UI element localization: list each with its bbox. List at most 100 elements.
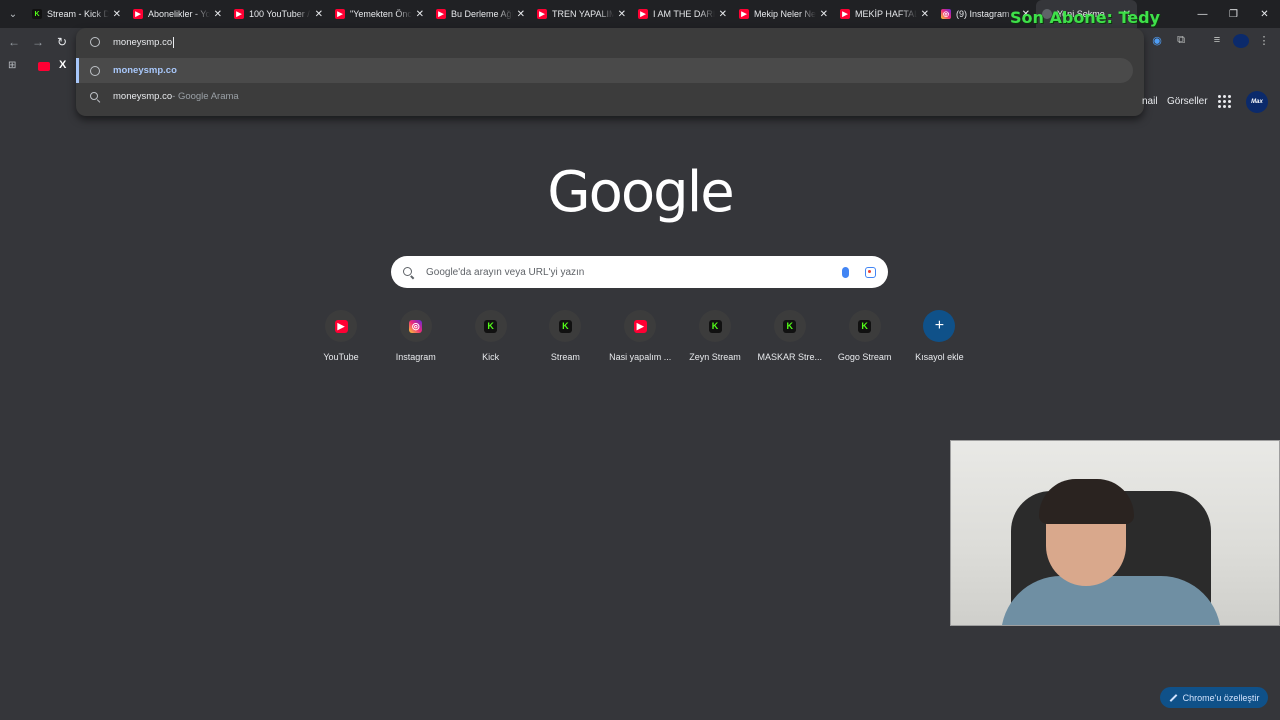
suggestion-suffix: - Google Arama bbox=[172, 91, 239, 102]
shortcut-label: Nasi yapalım ... bbox=[609, 352, 672, 362]
close-icon[interactable]: ✕ bbox=[820, 9, 828, 20]
tab[interactable]: ▶ TREN YAPALIM ✕ bbox=[531, 0, 632, 28]
shortcut-label: YouTube bbox=[323, 352, 359, 362]
tab[interactable]: ▶ "Yemekten Önc ✕ bbox=[329, 0, 430, 28]
shortcut-tile[interactable]: ▶ YouTube bbox=[304, 310, 378, 362]
tab-title: Stream - Kick D bbox=[47, 9, 109, 19]
youtube-icon: ▶ bbox=[234, 9, 244, 19]
images-link[interactable]: Görseller bbox=[1167, 96, 1208, 107]
close-icon[interactable]: ✕ bbox=[921, 9, 929, 20]
shortcut-icon-wrap: ◎ bbox=[399, 310, 432, 342]
close-icon[interactable]: ✕ bbox=[214, 9, 222, 20]
suggestion-text: moneysmp.co bbox=[113, 65, 177, 76]
close-icon[interactable]: ✕ bbox=[113, 9, 121, 20]
shortcut-label: Gogo Stream bbox=[837, 352, 892, 362]
shortcut-icon-wrap: K bbox=[474, 310, 507, 342]
apps-grid-icon[interactable]: ⊞ bbox=[8, 60, 16, 71]
tab-search-icon[interactable]: ⌄ bbox=[0, 0, 26, 28]
shortcut-tile[interactable]: ▶ Nasi yapalım ... bbox=[603, 310, 677, 362]
instagram-icon: ◎ bbox=[941, 9, 951, 19]
close-icon[interactable]: ✕ bbox=[517, 9, 525, 20]
reload-icon[interactable]: ↻ bbox=[54, 34, 70, 50]
shortcut-tile[interactable]: K Gogo Stream bbox=[828, 310, 902, 362]
suggestion-url[interactable]: moneysmp.co bbox=[76, 58, 1133, 83]
shortcut-tile[interactable]: K Zeyn Stream bbox=[678, 310, 752, 362]
tab[interactable]: ▶ Bu Derleme Ağl ✕ bbox=[430, 0, 531, 28]
shortcut-tile[interactable]: + Kısayol ekle bbox=[902, 310, 976, 362]
shortcut-icon-wrap: K bbox=[773, 310, 806, 342]
kick-icon: K bbox=[558, 319, 572, 333]
globe-icon bbox=[90, 37, 100, 47]
gmail-link[interactable]: nail bbox=[1142, 96, 1158, 107]
shortcut-label: Kick bbox=[482, 352, 500, 362]
tab-title: Mekip Neler Ne bbox=[754, 9, 816, 19]
customize-chrome-button[interactable]: Chrome'u özelleştir bbox=[1160, 687, 1268, 708]
microphone-icon[interactable] bbox=[842, 266, 849, 278]
tab-title: Bu Derleme Ağl bbox=[451, 9, 513, 19]
kick-icon: K bbox=[32, 9, 42, 19]
youtube-icon: ▶ bbox=[739, 9, 749, 19]
x-bookmark-icon[interactable]: X bbox=[59, 59, 66, 71]
shortcut-tile[interactable]: K MASKAR Stre... bbox=[753, 310, 827, 362]
customize-label: Chrome'u özelleştir bbox=[1182, 692, 1260, 703]
youtube-icon: ▶ bbox=[633, 319, 647, 333]
close-window-icon[interactable]: ✕ bbox=[1249, 0, 1280, 28]
minimize-icon[interactable]: — bbox=[1187, 0, 1218, 28]
shortcut-tile[interactable]: K Stream bbox=[528, 310, 602, 362]
close-icon[interactable]: ✕ bbox=[416, 9, 424, 20]
address-text: moneysmp.co bbox=[113, 36, 173, 48]
youtube-bookmark-icon[interactable] bbox=[38, 62, 50, 71]
forward-icon[interactable]: → bbox=[30, 34, 46, 50]
shortcut-label: Instagram bbox=[395, 352, 436, 362]
close-icon[interactable]: ✕ bbox=[315, 9, 323, 20]
suggestion-search[interactable]: moneysmp.co - Google Arama bbox=[76, 84, 1144, 109]
tab[interactable]: ▶ I AM THE DARK ✕ bbox=[632, 0, 733, 28]
shortcut-tile[interactable]: ◎ Instagram bbox=[379, 310, 453, 362]
avatar[interactable]: Max bbox=[1246, 91, 1268, 113]
search-icon bbox=[403, 266, 414, 278]
youtube-icon: ▶ bbox=[334, 319, 348, 333]
person-body bbox=[1001, 576, 1221, 625]
kick-icon: K bbox=[484, 319, 498, 333]
back-icon[interactable]: ← bbox=[6, 34, 22, 50]
tab[interactable]: ▶ MEKİP HAFTAL ✕ bbox=[834, 0, 935, 28]
youtube-icon: ▶ bbox=[840, 9, 850, 19]
restore-icon[interactable]: ❐ bbox=[1218, 0, 1249, 28]
extension-icon[interactable]: ◉ bbox=[1150, 34, 1164, 50]
address-bar[interactable]: moneysmp.co bbox=[76, 28, 1144, 56]
menu-icon[interactable]: ⋮ bbox=[1258, 34, 1270, 50]
globe-icon bbox=[90, 65, 100, 76]
tab[interactable]: K Stream - Kick D ✕ bbox=[26, 0, 127, 28]
add-icon: + bbox=[923, 310, 956, 342]
media-icon[interactable]: ≡ bbox=[1210, 34, 1224, 50]
tab-title: I AM THE DARK bbox=[653, 9, 715, 19]
omnibox-dropdown: moneysmp.co moneysmp.co moneysmp.co - Go… bbox=[76, 28, 1144, 116]
search-placeholder: Google'da arayın veya URL'yi yazın bbox=[426, 266, 585, 278]
shortcut-icon-wrap: ▶ bbox=[325, 310, 357, 342]
close-icon[interactable]: ✕ bbox=[719, 9, 727, 20]
tab[interactable]: ▶ 100 YouTuber / ✕ bbox=[228, 0, 329, 28]
search-icon bbox=[90, 91, 100, 102]
tab[interactable]: ▶ Abonelikler - Yo ✕ bbox=[127, 0, 228, 28]
kick-icon: K bbox=[783, 319, 797, 333]
puzzle-icon[interactable]: ⧉ bbox=[1174, 34, 1188, 50]
shortcut-icon-wrap: K bbox=[848, 310, 881, 342]
close-icon[interactable]: ✕ bbox=[618, 9, 626, 20]
person-hair bbox=[1039, 479, 1134, 524]
kick-icon: K bbox=[858, 319, 872, 333]
tab-title: 100 YouTuber / bbox=[249, 9, 310, 19]
profile-icon[interactable] bbox=[1233, 34, 1249, 48]
instagram-icon: ◎ bbox=[409, 319, 423, 333]
text-cursor bbox=[173, 36, 175, 48]
tab-title: Abonelikler - Yo bbox=[148, 9, 210, 19]
shortcut-label: Kısayol ekle bbox=[915, 352, 964, 362]
google-logo: Google bbox=[547, 160, 734, 225]
shortcut-tile[interactable]: K Kick bbox=[454, 310, 528, 362]
lens-icon[interactable] bbox=[865, 266, 876, 278]
youtube-icon: ▶ bbox=[638, 9, 648, 19]
tab[interactable]: ▶ Mekip Neler Ne ✕ bbox=[733, 0, 834, 28]
search-box[interactable]: Google'da arayın veya URL'yi yazın bbox=[391, 256, 888, 288]
youtube-icon: ▶ bbox=[436, 9, 446, 19]
kick-icon: K bbox=[708, 319, 722, 333]
google-apps-icon[interactable] bbox=[1218, 95, 1231, 108]
